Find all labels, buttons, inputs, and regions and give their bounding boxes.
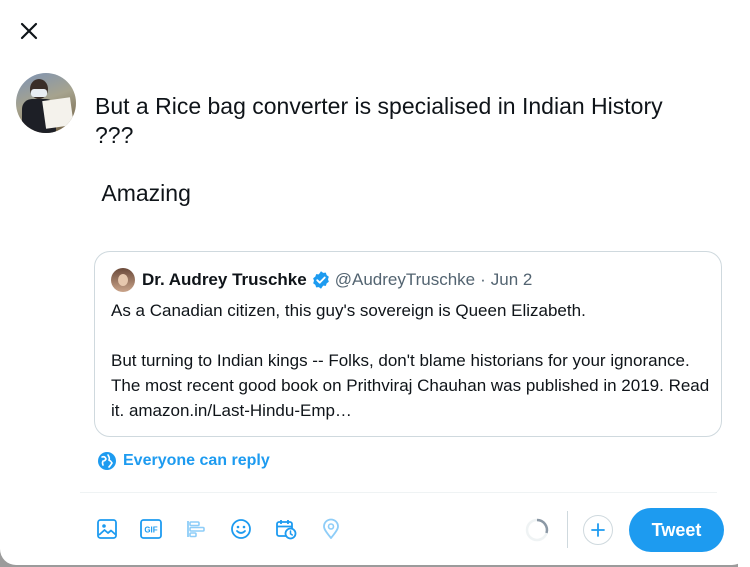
character-counter	[524, 517, 550, 543]
compose-tweet-modal: But a Rice bag converter is specialised …	[0, 0, 748, 565]
globe-icon	[98, 452, 116, 470]
schedule-icon	[276, 520, 297, 540]
quoted-tweet-header: Dr. Audrey Truschke @AudreyTruschke · Ju…	[111, 268, 532, 292]
close-icon	[20, 22, 38, 40]
poll-button[interactable]	[183, 516, 209, 542]
svg-text:GIF: GIF	[144, 526, 157, 535]
tweet-button[interactable]: Tweet	[629, 508, 724, 552]
reply-setting-label: Everyone can reply	[123, 452, 270, 469]
verified-badge-icon	[311, 270, 331, 290]
gif-icon: GIF	[140, 519, 162, 539]
location-button[interactable]	[318, 516, 344, 542]
reply-setting-button[interactable]: Everyone can reply	[97, 451, 270, 471]
gif-button[interactable]: GIF	[138, 516, 164, 542]
emoji-icon	[231, 519, 251, 539]
toolbar-separator	[567, 511, 568, 548]
quoted-user-avatar	[111, 268, 135, 292]
separator-dot: ·	[480, 270, 486, 289]
media-button[interactable]	[94, 516, 120, 542]
tweet-text-input[interactable]: But a Rice bag converter is specialised …	[95, 92, 735, 208]
quoted-user-name: Dr. Audrey Truschke	[142, 270, 307, 289]
close-button[interactable]	[14, 16, 44, 46]
plus-icon	[591, 523, 605, 537]
add-tweet-button[interactable]	[583, 515, 613, 545]
quoted-user-handle: @AudreyTruschke	[334, 270, 476, 289]
location-icon	[323, 518, 339, 539]
quoted-tweet-date: Jun 2	[490, 270, 533, 289]
quoted-tweet-card[interactable]: Dr. Audrey Truschke @AudreyTruschke · Ju…	[94, 251, 722, 437]
media-icon	[97, 519, 117, 539]
divider	[80, 492, 717, 493]
poll-icon	[187, 521, 205, 538]
schedule-button[interactable]	[273, 516, 299, 542]
user-avatar[interactable]	[16, 73, 76, 133]
quoted-tweet-text: As a Canadian citizen, this guy's sovere…	[111, 301, 710, 420]
emoji-button[interactable]	[228, 516, 254, 542]
